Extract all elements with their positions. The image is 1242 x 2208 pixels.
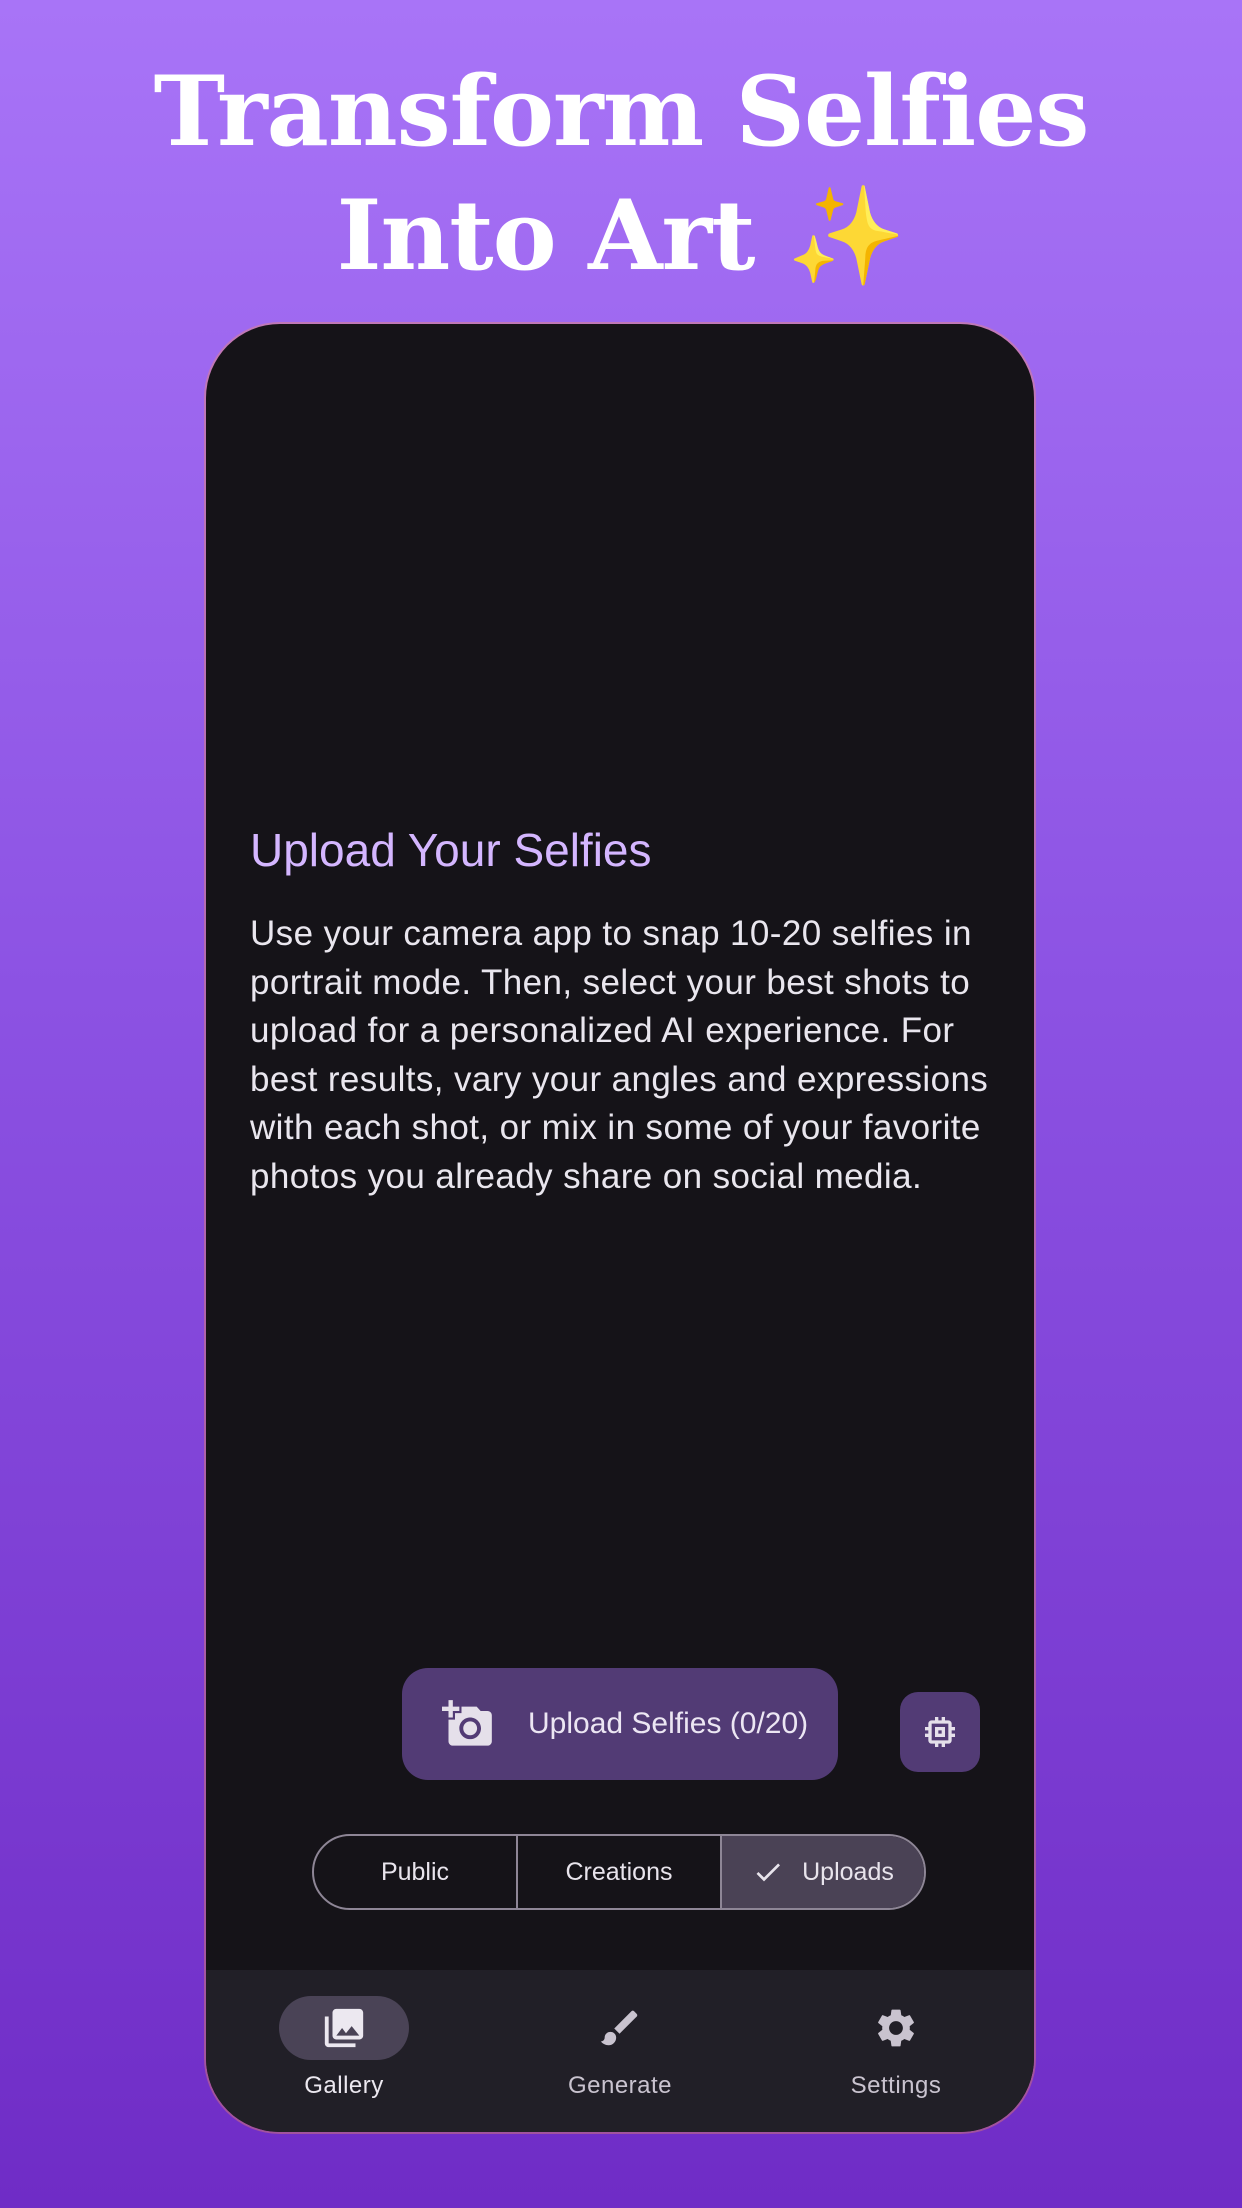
brush-icon (600, 2010, 638, 2046)
phone-frame: Upload Your Selfies Use your camera app … (206, 324, 1034, 2132)
cpu-chip-icon (925, 1717, 955, 1747)
chip-button[interactable] (900, 1692, 980, 1772)
gallery-icon (324, 2008, 364, 2048)
card-title: Upload Your Selfies (250, 824, 652, 876)
segment-public[interactable]: Public (314, 1836, 518, 1908)
headline-line-1: Transform Selfies (153, 55, 1090, 168)
headline-line-2-text: Into Art (336, 179, 756, 292)
nav-generate-indicator (555, 1996, 685, 2060)
segment-uploads-label: Uploads (802, 1857, 894, 1886)
segment-creations[interactable]: Creations (518, 1836, 722, 1908)
nav-settings-indicator (831, 1996, 961, 2060)
add-camera-icon (442, 1700, 492, 1746)
sparkles-emoji: ✨ (786, 179, 907, 292)
nav-item-generate[interactable]: Generate (482, 1970, 758, 2132)
headline: Transform Selfies Into Art ✨ (0, 50, 1242, 298)
nav-item-gallery[interactable]: Gallery (206, 1970, 482, 2132)
nav-label-settings: Settings (850, 2072, 942, 2099)
check-icon (756, 1863, 781, 1882)
segment-creations-label: Creations (565, 1857, 673, 1886)
nav-item-settings[interactable]: Settings (758, 1970, 1034, 2132)
nav-label-gallery: Gallery (304, 2072, 384, 2099)
nav-label-generate: Generate (567, 2072, 673, 2099)
segment-public-label: Public (380, 1857, 450, 1886)
bottom-navigation: Gallery Generate Settings (206, 1970, 1034, 2132)
nav-gallery-indicator (279, 1996, 409, 2060)
headline-line-2: Into Art ✨ (0, 174, 1242, 298)
card-body: Use your camera app to snap 10-20 selfie… (250, 914, 989, 1196)
upload-selfies-button[interactable]: Upload Selfies (0/20) (402, 1668, 838, 1780)
gear-icon (878, 2009, 914, 2047)
upload-selfies-label: Upload Selfies (0/20) (528, 1707, 809, 1740)
gallery-segmented-control: Public Creations Uploads (312, 1834, 926, 1910)
segment-uploads[interactable]: Uploads (722, 1836, 924, 1908)
